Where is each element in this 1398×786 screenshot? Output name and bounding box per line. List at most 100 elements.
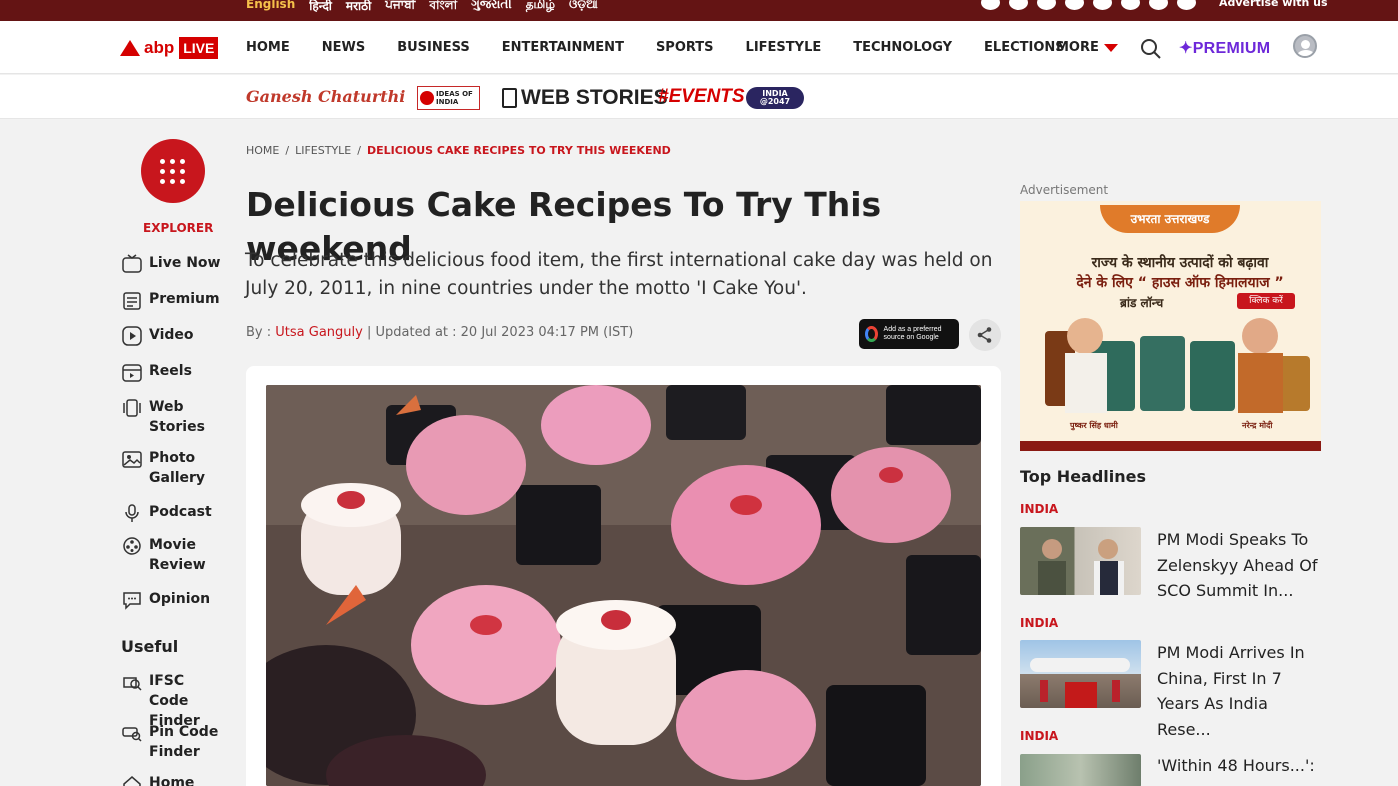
top-headlines-title: Top Headlines bbox=[1020, 467, 1147, 486]
sidebar-item-premium[interactable]: Premium bbox=[121, 289, 231, 311]
ad-text-line1: राज्य के स्थानीय उत्पादों को बढ़ावा bbox=[1091, 255, 1269, 271]
headline-tag[interactable]: INDIA bbox=[1020, 729, 1320, 743]
sidebar-item-label: Premium bbox=[149, 291, 220, 307]
home-icon bbox=[123, 776, 141, 786]
instagram-icon[interactable] bbox=[1093, 0, 1112, 10]
sidebar-item-web-stories[interactable]: Web Stories bbox=[121, 397, 231, 437]
whatsapp-icon[interactable] bbox=[1177, 0, 1196, 10]
headline-tag[interactable]: INDIA bbox=[1020, 502, 1320, 516]
main-nav: abp LIVE HOME NEWS BUSINESS ENTERTAINMEN… bbox=[0, 21, 1398, 74]
nav-item-elections[interactable]: ELECTIONS bbox=[984, 40, 1065, 55]
telegram-icon[interactable] bbox=[1149, 0, 1168, 10]
explorer-button[interactable] bbox=[141, 139, 205, 203]
logo-live-badge: LIVE bbox=[179, 37, 219, 59]
nav-item-technology[interactable]: TECHNOLOGY bbox=[853, 40, 952, 55]
nav-item-entertainment[interactable]: ENTERTAINMENT bbox=[502, 40, 624, 55]
social-links bbox=[981, 0, 1196, 12]
sidebar-item-reels[interactable]: Reels bbox=[121, 361, 231, 383]
headline-item[interactable]: INDIA PM Modi Arrives In China, First In… bbox=[1020, 616, 1320, 739]
lang-marathi[interactable]: मराठी bbox=[346, 0, 371, 17]
headline-tag[interactable]: INDIA bbox=[1020, 616, 1320, 630]
premium-icon bbox=[123, 292, 141, 310]
breadcrumb-home[interactable]: HOME bbox=[246, 144, 279, 157]
lang-odia[interactable]: ଓଡ଼ିଆ bbox=[569, 0, 598, 17]
breadcrumb: HOME / LIFESTYLE / DELICIOUS CAKE RECIPE… bbox=[246, 144, 671, 157]
chevron-down-icon bbox=[1103, 43, 1118, 52]
share-icon[interactable] bbox=[969, 319, 1001, 351]
sidebar-item-home[interactable]: Home bbox=[121, 773, 231, 786]
advertisement-label: Advertisement bbox=[1020, 183, 1109, 197]
ideas-label: IDEAS OF INDIA bbox=[436, 90, 473, 106]
sidebar-item-opinion[interactable]: Opinion bbox=[121, 589, 231, 611]
google-icon bbox=[865, 326, 878, 342]
breadcrumb-lifestyle[interactable]: LIFESTYLE bbox=[295, 144, 351, 157]
logo-text: abp bbox=[144, 38, 175, 57]
sidebar-item-label: Video bbox=[149, 327, 194, 343]
logo-triangle-icon bbox=[120, 40, 140, 56]
sidebar-item-label: Pin Code Finder bbox=[149, 724, 219, 760]
headline-text[interactable]: PM Modi Speaks To Zelenskyy Ahead Of SCO… bbox=[1157, 527, 1322, 604]
headline-thumbnail[interactable] bbox=[1020, 754, 1141, 786]
promo-events[interactable]: #EVENTS bbox=[658, 86, 745, 108]
headline-text[interactable]: 'Within 48 Hours...': bbox=[1157, 753, 1322, 779]
nav-item-news[interactable]: NEWS bbox=[322, 40, 365, 55]
sidebar-item-movie-review[interactable]: Movie Review bbox=[121, 535, 231, 575]
nav-item-home[interactable]: HOME bbox=[246, 40, 290, 55]
sidebar-item-label: Opinion bbox=[149, 591, 211, 607]
google-badge-label: Add as a preferred source on Google bbox=[883, 326, 942, 341]
lang-tamil[interactable]: தமிழ் bbox=[526, 0, 555, 17]
sidebar-item-label: Movie Review bbox=[149, 537, 206, 573]
headline-thumbnail[interactable] bbox=[1020, 640, 1141, 708]
sidebar-item-pin-code[interactable]: Pin Code Finder bbox=[121, 722, 231, 762]
nav-item-lifestyle[interactable]: LIFESTYLE bbox=[746, 40, 822, 55]
lang-bangla[interactable]: বাংলা bbox=[429, 0, 457, 17]
advertise-link[interactable]: Advertise with us bbox=[1219, 0, 1328, 9]
x-icon[interactable] bbox=[981, 0, 1000, 10]
user-avatar-icon[interactable] bbox=[1293, 34, 1317, 58]
headline-text[interactable]: PM Modi Arrives In China, First In 7 Yea… bbox=[1157, 640, 1322, 742]
sidebar-item-photo-gallery[interactable]: Photo Gallery bbox=[121, 448, 231, 488]
google-preferred-source-button[interactable]: Add as a preferred source on Google bbox=[859, 319, 959, 349]
youtube-icon[interactable] bbox=[1065, 0, 1084, 10]
headline-item[interactable]: INDIA PM Modi Speaks To Zelenskyy Ahead … bbox=[1020, 502, 1320, 600]
sidebar-item-video[interactable]: Video bbox=[121, 325, 231, 347]
promo-india-2047[interactable]: INDIA @2047 bbox=[746, 87, 804, 109]
sidebar-item-podcast[interactable]: Podcast bbox=[121, 502, 231, 524]
lang-gujarati[interactable]: ગુજરાતી bbox=[471, 0, 512, 17]
photo-gallery-icon bbox=[122, 451, 142, 468]
language-links: English हिन्दी मराठी ਪੰਜਾਬੀ বাংলা ગુજરાત… bbox=[246, 0, 598, 17]
breadcrumb-separator: / bbox=[357, 144, 361, 157]
promo-ideas-of-india[interactable]: IDEAS OF INDIA bbox=[417, 86, 480, 110]
promo-strip: Ganesh Chaturthi IDEAS OF INDIA WEB STOR… bbox=[0, 75, 1398, 119]
ifsc-icon bbox=[123, 677, 142, 691]
explorer-label: EXPLORER bbox=[143, 221, 214, 235]
promo-web-stories[interactable]: WEB STORIES bbox=[502, 86, 668, 110]
facebook-icon[interactable] bbox=[1009, 0, 1028, 10]
useful-section-title: Useful bbox=[121, 637, 179, 656]
sidebar-item-label: Reels bbox=[149, 363, 192, 379]
threads-icon[interactable] bbox=[1037, 0, 1056, 10]
headline-thumbnail[interactable] bbox=[1020, 527, 1141, 595]
author-link[interactable]: Utsa Ganguly bbox=[275, 325, 363, 340]
lang-hindi[interactable]: हिन्दी bbox=[309, 0, 332, 17]
by-label: By : bbox=[246, 325, 272, 340]
sidebar-item-label: Web Stories bbox=[149, 399, 205, 435]
pinterest-icon[interactable] bbox=[1121, 0, 1140, 10]
promo-ganesh-chaturthi[interactable]: Ganesh Chaturthi bbox=[246, 87, 405, 106]
lang-punjabi[interactable]: ਪੰਜਾਬੀ bbox=[385, 0, 415, 17]
ad-headline: उभरता उत्तराखण्ड bbox=[1100, 205, 1240, 233]
opinion-icon bbox=[123, 592, 141, 610]
advertisement-banner[interactable]: उभरता उत्तराखण्ड राज्य के स्थानीय उत्पाद… bbox=[1020, 201, 1321, 451]
search-icon[interactable] bbox=[1140, 38, 1162, 60]
nav-item-sports[interactable]: SPORTS bbox=[656, 40, 714, 55]
abp-live-logo[interactable]: abp LIVE bbox=[120, 36, 219, 60]
pin-code-icon bbox=[122, 727, 142, 742]
sidebar-item-live-now[interactable]: Live Now bbox=[121, 253, 231, 275]
nav-more[interactable]: MORE bbox=[1056, 40, 1118, 55]
lang-english[interactable]: English bbox=[246, 0, 295, 17]
ad-cta-button[interactable]: क्लिक करें bbox=[1237, 293, 1295, 309]
headline-item[interactable]: INDIA 'Within 48 Hours...': bbox=[1020, 729, 1320, 786]
breadcrumb-current: DELICIOUS CAKE RECIPES TO TRY THIS WEEKE… bbox=[366, 144, 671, 157]
nav-item-business[interactable]: BUSINESS bbox=[397, 40, 470, 55]
premium-link[interactable]: ✦PREMIUM bbox=[1179, 38, 1270, 58]
